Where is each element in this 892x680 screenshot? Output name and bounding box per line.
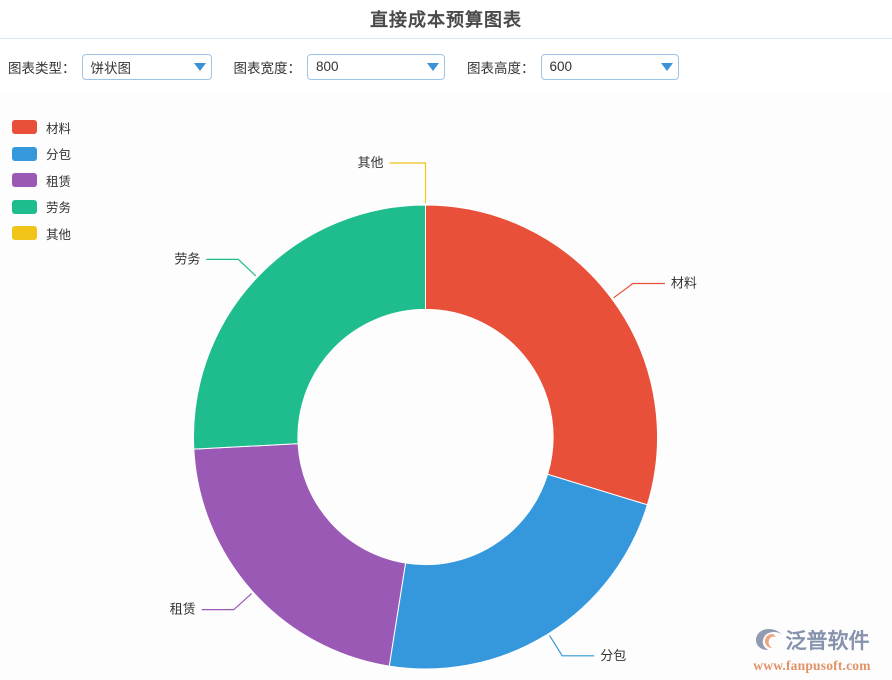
pie-slice-label: 材料 [671,276,697,291]
pie-slice-label: 分包 [600,648,626,663]
chart-width-select[interactable]: 800 [307,54,445,80]
page-header: 直接成本预算图表 [0,0,892,39]
pie-slice-label: 其他 [357,155,383,170]
chart-options-toolbar: 图表类型： 饼状图 图表宽度： 800 图表高度： 600 [0,39,892,94]
chart-canvas: 材料分包 租赁 劳务 其他 材料分包 租赁 劳务 其他 泛普软件 www.fanpusoft… [0,94,892,680]
chart-height-select[interactable]: 600 [541,54,679,80]
fanpu-logo-icon [755,627,783,656]
chevron-down-icon[interactable] [189,63,211,71]
chart-type-label: 图表类型： [8,57,76,77]
watermark-url: www.fanpusoft.com [742,658,882,674]
pie-label-leader-line [614,284,665,298]
watermark-brand-row: 泛普软件 [742,627,882,656]
chart-width-label: 图表宽度： [234,57,302,77]
pie-slice[interactable] [194,444,406,666]
pie-chart-svg: 材料分包 租赁 劳务 其他 [0,94,892,680]
pie-slice[interactable] [426,205,658,505]
pie-slice[interactable] [389,474,647,669]
chart-height-label: 图表高度： [467,57,535,77]
chart-height-value: 600 [542,59,656,74]
watermark-logo: 泛普软件 www.fanpusoft.com [742,627,882,674]
pie-label-leader-line [550,635,595,655]
chevron-down-icon[interactable] [656,63,678,71]
pie-slice-label: 劳务 [174,251,200,266]
pie-label-leader-line [206,259,255,276]
pie-chart: 材料分包 租赁 劳务 其他 [0,94,892,680]
chart-type-field: 图表类型： 饼状图 [8,54,212,80]
pie-slice-label: 租赁 [170,602,196,617]
chart-width-value: 800 [308,59,422,74]
chart-height-field: 图表高度： 600 [467,54,679,80]
watermark-brand: 泛普软件 [786,631,870,652]
pie-label-leader-line [202,594,252,610]
chart-width-field: 图表宽度： 800 [234,54,446,80]
page-title: 直接成本预算图表 [370,6,522,32]
pie-label-leader-line [390,163,426,203]
chart-type-select[interactable]: 饼状图 [82,54,212,80]
chevron-down-icon[interactable] [422,63,444,71]
pie-slice[interactable] [194,205,426,449]
chart-type-value: 饼状图 [83,57,189,77]
